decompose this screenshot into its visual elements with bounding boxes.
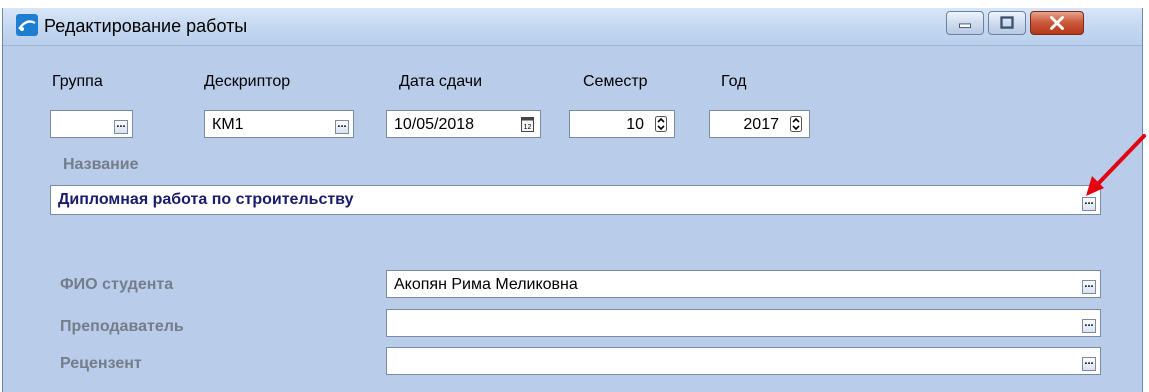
descriptor-field[interactable]: КМ1 ... bbox=[204, 110, 354, 138]
semester-label: Семестр bbox=[583, 73, 648, 90]
document-text-fragment bbox=[0, 0, 1149, 8]
year-spinner-icon[interactable] bbox=[790, 116, 802, 132]
teacher-browse-button[interactable]: ... bbox=[1082, 318, 1096, 333]
maximize-icon bbox=[1000, 16, 1014, 29]
student-field[interactable]: Акопян Рима Меликовна ... bbox=[386, 270, 1101, 298]
name-label: Название bbox=[63, 156, 139, 173]
name-browse-button[interactable]: ... bbox=[1082, 196, 1096, 211]
name-field[interactable]: Дипломная работа по строительству ... bbox=[50, 185, 1101, 215]
semester-value: 10 bbox=[626, 116, 644, 133]
name-value: Дипломная работа по строительству bbox=[58, 191, 354, 208]
calendar-icon[interactable]: 12 bbox=[521, 117, 534, 132]
reviewer-field[interactable]: ... bbox=[386, 347, 1101, 375]
minimize-icon bbox=[959, 23, 971, 29]
descriptor-browse-button[interactable]: ... bbox=[335, 119, 349, 134]
semester-field[interactable]: 10 bbox=[569, 110, 675, 138]
year-field[interactable]: 2017 bbox=[709, 110, 810, 138]
reviewer-label: Рецензент bbox=[60, 355, 142, 372]
group-browse-button[interactable]: ... bbox=[114, 119, 128, 134]
student-value: Акопян Рима Меликовна bbox=[394, 276, 578, 293]
reviewer-browse-button[interactable]: ... bbox=[1082, 356, 1096, 371]
minimize-button[interactable] bbox=[946, 11, 984, 35]
student-browse-button[interactable]: ... bbox=[1082, 279, 1096, 294]
due-date-field[interactable]: 10/05/2018 12 bbox=[386, 110, 541, 138]
close-icon bbox=[1050, 16, 1064, 30]
arrow-annotation bbox=[1086, 134, 1146, 196]
year-label: Год bbox=[721, 73, 747, 90]
group-label: Группа bbox=[52, 73, 103, 90]
descriptor-value: КМ1 bbox=[212, 116, 244, 133]
maximize-button[interactable] bbox=[988, 11, 1026, 35]
svg-text:12: 12 bbox=[524, 124, 532, 131]
app-icon bbox=[16, 14, 38, 36]
title-bar[interactable]: Редактирование работы bbox=[3, 8, 1142, 46]
descriptor-label: Дескриптор bbox=[204, 73, 291, 90]
close-button[interactable] bbox=[1030, 11, 1084, 35]
group-field[interactable]: ... bbox=[50, 110, 133, 138]
student-label: ФИО студента bbox=[60, 276, 174, 293]
due-date-value: 10/05/2018 bbox=[394, 116, 475, 133]
teacher-label: Преподаватель bbox=[60, 318, 184, 335]
edit-work-window: Редактирование работы Группа Дескриптор … bbox=[2, 8, 1143, 392]
year-value: 2017 bbox=[743, 116, 779, 133]
window-title: Редактирование работы bbox=[44, 16, 248, 36]
due-date-label: Дата сдачи bbox=[399, 73, 483, 90]
teacher-field[interactable]: ... bbox=[386, 309, 1101, 337]
semester-spinner-icon[interactable] bbox=[655, 116, 667, 132]
